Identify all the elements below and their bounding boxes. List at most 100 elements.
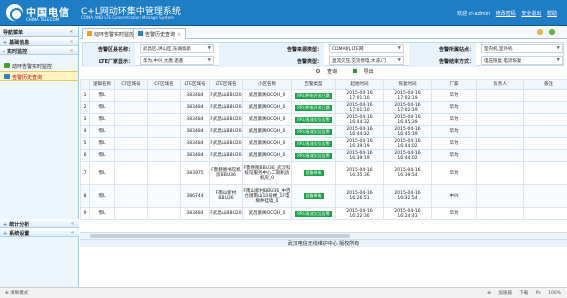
cell-cf-area-name — [147, 125, 181, 138]
cell-cell-name: 武昌紫阁OCQH_0 — [242, 149, 292, 162]
ps-button[interactable]: Ps — [536, 291, 541, 296]
accelerator-button[interactable]: 加速器 — [498, 291, 512, 296]
status-icon[interactable]: ⊕ — [487, 291, 491, 296]
table-header[interactable]: 厂家 — [431, 79, 477, 90]
filter-label: 告警结束方式： — [409, 55, 476, 67]
table-row[interactable]: 2 鄂L 383484 F武昌山BBU20 武昌紫阁OCQH_0 RRU供电开关已跳 201… — [80, 101, 567, 114]
china-telecom-logo: 中国电信 CHINA TELECOM — [6, 3, 76, 23]
help-link[interactable]: 帮助 — [547, 11, 557, 17]
cell-alarm-type: RRU直流欠压告警 — [291, 113, 336, 126]
cell-end-time: 2015-04-16 16:45:39 — [383, 125, 432, 138]
sidebar-group-basic-info[interactable]: + 基础信息 « — [0, 37, 78, 46]
table-header[interactable]: 起始时间 — [335, 79, 384, 90]
sidebar-item-realtime-alarm[interactable]: 动环告警实时监控 — [0, 61, 78, 71]
table-header[interactable]: 负责人 — [476, 79, 524, 90]
cell-logical-name: 鄂L — [89, 149, 115, 162]
sidebar-group-realtime[interactable]: - 实时监控 « — [0, 46, 78, 55]
chevron-icon: « — [69, 39, 73, 45]
table-header[interactable]: CF区域号 — [114, 79, 148, 90]
table-row[interactable]: 9 鄂L 383484 F武昌山BBU20 武昌紫阁OCQH_0 RRU直流欠压告警 201… — [80, 207, 567, 220]
table-header[interactable]: 逻辑名称 — [89, 79, 115, 90]
cell-logical-name: 鄂L — [89, 207, 115, 220]
filter-label: 告警所属站点： — [409, 43, 476, 55]
cell-lte-area-name: F武昌山BBU20 — [209, 207, 243, 220]
table-row[interactable]: 6 鄂L 383484 F武昌山BBU20 武昌紫阁OCQH_0 RRU直流欠压告警 201… — [80, 149, 567, 162]
cell-owner — [476, 161, 524, 185]
table-row[interactable]: 4 鄂L 383484 F武昌山BBU20 武昌紫阁OCQH_0 RRU直流欠压告警 201… — [80, 125, 567, 138]
cell-end-time: 2015-04-16 16:39:54 — [383, 161, 432, 185]
collapse-sidebar-icon[interactable]: « — [70, 29, 73, 35]
cell-alarm-type: 设备掉电 — [291, 184, 336, 208]
search-button[interactable]: 查询 — [316, 69, 344, 75]
table-row[interactable]: 7 鄂L 383975 F鲁巷图书馆机房BBU36 F鲁巷图BBU36_武汉科技馆服务中… — [80, 161, 567, 185]
cell-vendor: 华为 — [431, 125, 477, 138]
cell-owner — [476, 125, 524, 138]
cell-vendor: 华为 — [431, 89, 477, 102]
cell-lte-area-name: F武昌山BBU20 — [209, 149, 243, 162]
sidebar-group-statistics[interactable]: + 统计分析 « — [0, 219, 79, 228]
sidebar: 导航菜单 « + 基础信息 « - 实时监控 « 动环告警实时监控 告警历史查询 + 统计分… — [0, 27, 79, 287]
download-button[interactable]: 下载 — [519, 291, 528, 296]
welcome-text: 欢迎 cl-admin — [456, 11, 491, 17]
site-select[interactable]: 室内机,室外机 ▼ — [481, 44, 563, 53]
county-select[interactable]: 武昌区,洪山区,东湖高新 ▼ — [140, 44, 214, 53]
cell-cf-area-no — [114, 89, 148, 102]
scrollbar-thumb[interactable] — [90, 234, 350, 238]
export-icon — [352, 69, 357, 73]
cell-lte-area-no: 386744 — [180, 184, 210, 208]
table-header[interactable]: CF区域名 — [147, 79, 181, 90]
alarm-type-badge: RRU供电开关已跳 — [295, 104, 332, 111]
table-header[interactable]: 告警类型 — [291, 79, 336, 90]
cell-end-time: 2015-04-16 16:44:02 — [383, 137, 432, 150]
cell-vendor: 华为 — [431, 137, 477, 150]
row-number: 2 — [80, 101, 90, 114]
tab-realtime-alarm[interactable]: 动环告警实时监控 — [82, 28, 140, 39]
tab-alarm-history[interactable]: 告警历史查询 × — [133, 28, 187, 39]
alarm-type-badge: RRU供电开关已跳 — [295, 92, 332, 99]
source-type-select[interactable]: CDMA机,LTE网 ▼ — [329, 44, 404, 53]
cell-logical-name: 鄂L — [89, 113, 115, 126]
horizontal-scrollbar[interactable] — [80, 232, 567, 239]
table-header[interactable]: LTE区域名 — [209, 79, 243, 90]
zoom-level[interactable]: 100% — [548, 291, 561, 296]
cell-end-time: 2015-04-16 16:24:43 — [383, 207, 432, 220]
cell-vendor: 华为 — [431, 161, 477, 185]
table-row[interactable]: 3 鄂L 383484 F武昌山BBU20 武昌紫阁OCQH_0 RRU直流欠压告警 201… — [80, 113, 567, 126]
table-row[interactable]: 1 鄂L 383484 F武昌山BBU20 武昌紫阁OCQH_0 RRU供电开关已跳 201… — [80, 89, 567, 102]
table-header[interactable]: 备注 — [523, 79, 567, 90]
refresh-icon[interactable] — [537, 29, 544, 35]
cell-alarm-type: RRU直流欠压告警 — [291, 137, 336, 150]
cell-vendor: 中兴 — [431, 184, 477, 208]
dropdown-arrow-icon: ▼ — [397, 46, 401, 51]
search-icon — [316, 69, 320, 73]
alarm-type-select[interactable]: 直流欠压,交流停电,水浸,门 ▼ — [329, 56, 404, 65]
cell-start-time: 2015-04-16 16:26:51 — [335, 184, 384, 208]
home-icon — [87, 31, 92, 36]
cell-cf-area-name — [147, 149, 181, 162]
logout-link[interactable]: 安全退出 — [521, 11, 541, 17]
export-button[interactable]: 导出 — [352, 69, 381, 75]
sidebar-item-alarm-history[interactable]: 告警历史查询 — [0, 71, 78, 81]
cell-cf-area-name — [147, 184, 181, 208]
table-header[interactable]: LTE区域号 — [180, 79, 210, 90]
table-header[interactable]: 恢复时间 — [383, 79, 432, 90]
cell-remark — [523, 89, 567, 102]
table-header[interactable]: 小区名称 — [242, 79, 292, 90]
change-password-link[interactable]: 修改密码 — [496, 11, 516, 17]
vendor-select[interactable]: 华为,中兴,大唐,诺基 ▼ — [140, 56, 214, 65]
alarm-type-badge: RRU直流欠压告警 — [295, 210, 332, 217]
filter-panel: 告警区县名称： 武昌区,洪山区,东湖高新 ▼ 告警来源类型： CDMA机,LTE网… — [82, 42, 564, 67]
maximize-icon[interactable] — [549, 29, 555, 35]
sidebar-group-settings[interactable]: + 系统设置 « — [0, 228, 79, 237]
cell-alarm-type: RRU直流欠压告警 — [291, 207, 336, 220]
dropdown-arrow-icon: ▼ — [556, 46, 560, 51]
alarm-type-badge: 设备掉电 — [303, 170, 324, 176]
cell-cf-area-no — [114, 113, 148, 126]
table-row[interactable]: 5 鄂L 383484 F武昌山BBU20 武昌紫阁OCQH_0 RRU直流欠压告警 201… — [80, 137, 567, 150]
row-number: 1 — [80, 89, 90, 102]
end-method-select[interactable]: 电压恢复,电流恢复 ▼ — [481, 56, 563, 65]
alarm-type-badge: RRU直流欠压告警 — [295, 116, 332, 123]
cell-logical-name: 鄂L — [89, 101, 115, 114]
close-icon[interactable]: × — [177, 32, 181, 38]
table-row[interactable]: 8 鄂L 386744 F南山新村BBU36 F南山新村BBU36_中百仓储南山10号楼… — [80, 184, 567, 208]
